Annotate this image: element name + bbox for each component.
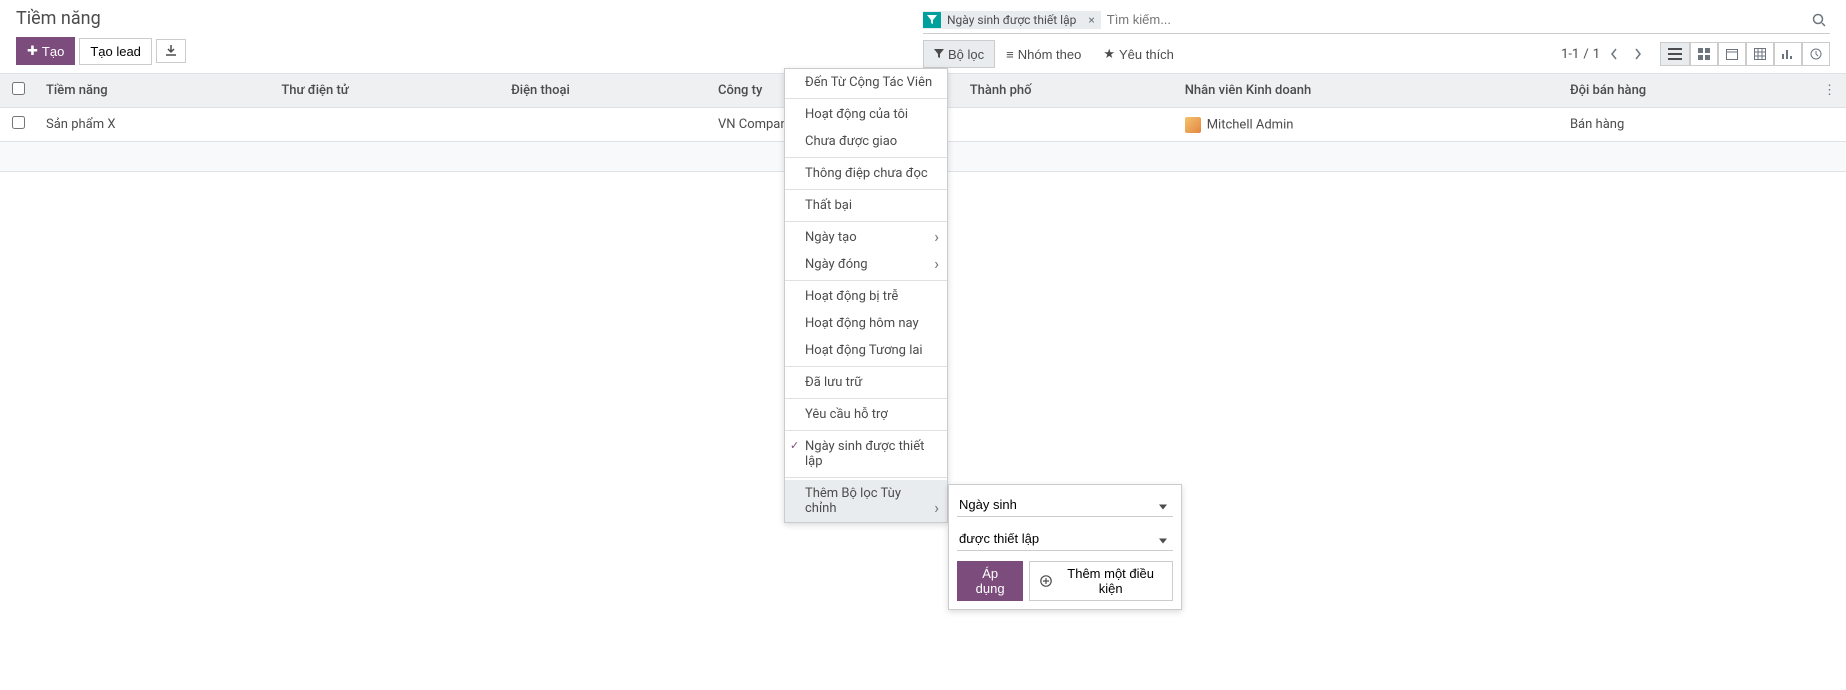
group-by-label: Nhóm theo <box>1018 47 1082 62</box>
pager-sep: / <box>1583 47 1588 62</box>
view-kanban-button[interactable] <box>1690 42 1718 66</box>
view-activity-button[interactable] <box>1802 42 1830 66</box>
avatar <box>1185 117 1201 133</box>
filter-item-support[interactable]: Yêu cầu hỗ trợ <box>785 401 947 428</box>
column-options[interactable]: ⋮ <box>1813 74 1846 108</box>
favorites-label: Yêu thích <box>1119 47 1174 62</box>
apply-button[interactable]: Áp dụng <box>957 561 1023 601</box>
filter-item-late-activity[interactable]: Hoạt động bị trễ <box>785 283 947 310</box>
filter-icon <box>934 49 944 59</box>
group-icon: ≡ <box>1006 47 1014 62</box>
cell-city <box>960 108 1175 142</box>
col-salesperson[interactable]: Nhân viên Kinh doanh <box>1175 74 1560 108</box>
view-pivot-button[interactable] <box>1746 42 1774 66</box>
row-checkbox[interactable] <box>12 116 25 129</box>
close-icon[interactable]: × <box>1082 11 1100 29</box>
filter-item-lost[interactable]: Thất bại <box>785 192 947 219</box>
filter-item-close-date[interactable]: Ngày đóng <box>785 251 947 278</box>
cell-phone <box>501 108 708 142</box>
plus-circle-icon <box>1040 575 1052 587</box>
custom-filter-operator[interactable]: được thiết lập <box>957 527 1173 551</box>
add-condition-button[interactable]: Thêm một điều kiện <box>1029 561 1173 601</box>
filter-item-unassigned[interactable]: Chưa được giao <box>785 128 947 155</box>
filter-item-unread[interactable]: Thông điệp chưa đọc <box>785 160 947 187</box>
search-icon[interactable] <box>1808 13 1830 27</box>
pager-next[interactable] <box>1628 44 1648 64</box>
search-facet[interactable]: Ngày sinh được thiết lập × <box>923 11 1101 29</box>
pager-prev[interactable] <box>1604 44 1624 64</box>
select-all-checkbox[interactable] <box>12 82 25 95</box>
filter-item-archived[interactable]: Đã lưu trữ <box>785 369 947 396</box>
calendar-icon <box>1726 48 1738 60</box>
filter-item-today-activity[interactable]: Hoạt động hôm nay <box>785 310 947 337</box>
filters-dropdown: Đến Từ Cộng Tác Viên Hoạt động của tôi C… <box>784 68 948 523</box>
plus-icon: ✚ <box>27 43 38 59</box>
graph-icon <box>1782 48 1794 60</box>
filter-icon <box>923 12 941 28</box>
custom-filter-field[interactable]: Ngày sinh <box>957 493 1173 517</box>
page-title: Tiềm năng <box>16 8 923 29</box>
star-icon: ★ <box>1103 46 1115 62</box>
cell-opportunity: Sản phẩm X <box>36 108 271 142</box>
create-lead-button[interactable]: Tạo lead <box>79 38 152 65</box>
search-input[interactable] <box>1101 8 1808 31</box>
filters-label: Bộ lọc <box>948 47 984 62</box>
pager-range[interactable]: 1-1 <box>1561 47 1579 62</box>
col-team[interactable]: Đội bán hàng <box>1560 74 1813 108</box>
pivot-icon <box>1754 48 1766 60</box>
list-icon <box>1668 48 1682 60</box>
download-icon <box>165 45 177 57</box>
col-email[interactable]: Thư điện tử <box>271 74 501 108</box>
search-facet-label: Ngày sinh được thiết lập <box>941 11 1082 29</box>
filter-item-future-activity[interactable]: Hoạt động Tương lai <box>785 337 947 364</box>
cell-salesperson: Mitchell Admin <box>1175 108 1560 142</box>
download-button[interactable] <box>156 39 186 63</box>
create-button[interactable]: ✚ Tạo <box>16 37 75 65</box>
group-by-button[interactable]: ≡ Nhóm theo <box>995 40 1092 68</box>
filter-item-my-activities[interactable]: Hoạt động của tôi <box>785 101 947 128</box>
view-list-button[interactable] <box>1660 42 1690 66</box>
filter-item-collaborator[interactable]: Đến Từ Cộng Tác Viên <box>785 69 947 96</box>
add-condition-label: Thêm một điều kiện <box>1059 566 1162 596</box>
view-graph-button[interactable] <box>1774 42 1802 66</box>
create-label: Tạo <box>42 44 64 59</box>
view-calendar-button[interactable] <box>1718 42 1746 66</box>
custom-filter-panel: Ngày sinh được thiết lập Áp dụng Thêm mộ… <box>948 484 1182 610</box>
filters-button[interactable]: Bộ lọc <box>923 40 995 68</box>
col-phone[interactable]: Điện thoại <box>501 74 708 108</box>
cell-team: Bán hàng <box>1560 108 1813 142</box>
filter-item-creation-date[interactable]: Ngày tạo <box>785 224 947 251</box>
filter-item-custom[interactable]: Thêm Bộ lọc Tùy chỉnh <box>785 480 947 522</box>
filter-item-birthday-set[interactable]: Ngày sinh được thiết lập <box>785 433 947 475</box>
col-opportunity[interactable]: Tiềm năng <box>36 74 271 108</box>
activity-icon <box>1810 48 1822 60</box>
kanban-icon <box>1698 48 1710 60</box>
pager-total: 1 <box>1593 47 1600 62</box>
col-city[interactable]: Thành phố <box>960 74 1175 108</box>
favorites-button[interactable]: ★ Yêu thích <box>1092 40 1185 68</box>
cell-email <box>271 108 501 142</box>
pager: 1-1 / 1 <box>1561 44 1648 64</box>
